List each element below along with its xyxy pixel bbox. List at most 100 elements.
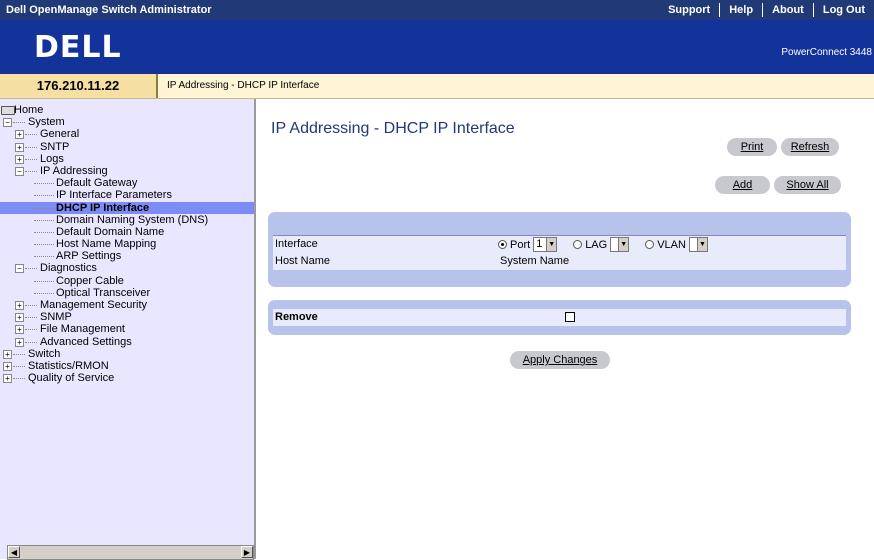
expand-icon[interactable]: + — [15, 130, 24, 140]
tree-item[interactable]: Default Domain Name — [0, 226, 254, 238]
expand-icon[interactable]: + — [3, 374, 12, 384]
vlan-radio[interactable] — [645, 240, 655, 249]
print-button[interactable]: Print — [727, 138, 777, 156]
tree-connector — [13, 122, 25, 124]
tree-connector — [25, 305, 37, 306]
expand-icon[interactable]: + — [15, 337, 24, 347]
refresh-button[interactable]: Refresh — [781, 138, 839, 156]
tree-item-label: Optical Transceiver — [56, 286, 151, 299]
tree-item[interactable]: Domain Naming System (DNS) — [0, 214, 254, 226]
tree-item[interactable]: + General — [0, 128, 254, 140]
vlan-select[interactable]: ▼ — [688, 237, 708, 252]
breadcrumb: IP Addressing - DHCP IP Interface — [167, 80, 320, 91]
dell-logo: DELL — [34, 30, 122, 65]
tree-item[interactable]: Optical Transceiver — [0, 287, 254, 299]
tree-item-label: Switch — [28, 347, 61, 360]
tree-item[interactable]: Copper Cable — [0, 275, 254, 287]
tree-connector — [34, 207, 54, 209]
tree-connector — [34, 292, 54, 294]
tree-item[interactable]: DHCP IP Interface — [0, 201, 254, 214]
tree-item[interactable]: ARP Settings — [0, 250, 254, 262]
interface-label: Interface — [275, 238, 318, 250]
chevron-down-icon: ▼ — [696, 238, 707, 251]
tree-connector — [34, 256, 54, 258]
interface-row: Interface Port 1 ▼ LAG ▼ VLAN ▼ — [273, 235, 846, 253]
support-link[interactable]: Support — [659, 4, 719, 16]
main-content: IP Addressing - DHCP IP Interface Print … — [256, 99, 874, 559]
page-title: IP Addressing - DHCP IP Interface — [271, 120, 515, 137]
sidebar: Home − System + General + SNTP + Logs − IP Address… — [0, 99, 256, 559]
tree-item[interactable]: Home — [0, 104, 254, 116]
chevron-down-icon: ▼ — [546, 238, 557, 251]
tree-connector — [13, 353, 25, 355]
remove-checkbox[interactable] — [565, 312, 575, 322]
horizontal-scrollbar[interactable]: ◀ ▶ — [7, 545, 254, 560]
tree-item-label: Copper Cable — [56, 274, 124, 287]
chevron-down-icon: ▼ — [618, 238, 629, 251]
expand-icon[interactable]: + — [15, 325, 24, 335]
tree-connector — [25, 317, 37, 319]
apply-changes-button[interactable]: Apply Changes — [510, 351, 610, 369]
logout-link[interactable]: Log Out — [814, 4, 874, 16]
port-label: Port — [510, 238, 531, 251]
tree-item-label: DHCP IP Interface — [56, 201, 150, 214]
tree-item[interactable]: + SNMP — [0, 311, 254, 323]
tree-item[interactable]: IP Interface Parameters — [0, 189, 254, 201]
tree-item[interactable]: Default Gateway — [0, 177, 254, 189]
collapse-icon[interactable]: − — [3, 118, 12, 128]
expand-icon[interactable]: + — [15, 313, 24, 323]
tree-item-label: IP Addressing — [40, 164, 108, 177]
tree-connector — [34, 231, 54, 233]
tree-item[interactable]: − IP Addressing — [0, 165, 254, 177]
tree-item-label: System — [28, 116, 65, 129]
tree-item-label: Management Security — [40, 299, 147, 311]
model-name: PowerConnect 3448 — [781, 47, 872, 58]
tree-item[interactable]: Host Name Mapping — [0, 238, 254, 250]
port-select[interactable]: 1 ▼ — [533, 237, 558, 252]
collapse-icon[interactable]: − — [15, 166, 24, 176]
tree-connector — [25, 170, 37, 172]
tree-connector — [25, 329, 37, 331]
top-links: Support Help About Log Out — [659, 0, 874, 20]
tree-connector — [25, 341, 37, 343]
tree-item-label: Default Gateway — [56, 177, 138, 190]
expand-icon[interactable]: + — [15, 301, 24, 310]
add-button[interactable]: Add — [715, 176, 770, 194]
tree-item[interactable]: − System — [0, 116, 254, 128]
tree-connector — [25, 146, 37, 148]
about-link[interactable]: About — [763, 4, 813, 16]
tree-item[interactable]: + Advanced Settings — [0, 336, 254, 348]
expand-icon[interactable]: + — [3, 361, 12, 371]
lag-radio[interactable] — [573, 240, 583, 249]
expand-icon[interactable]: + — [15, 154, 24, 164]
scroll-right-icon[interactable]: ▶ — [241, 546, 253, 558]
tree-item-label: Logs — [40, 152, 64, 165]
show-all-button[interactable]: Show All — [774, 176, 841, 194]
app-title: Dell OpenManage Switch Administrator — [6, 4, 212, 16]
tree-item[interactable]: + Quality of Service — [0, 372, 254, 384]
tree-item[interactable]: + Logs — [0, 153, 254, 165]
port-radio[interactable] — [498, 240, 507, 249]
tree-item[interactable]: + Statistics/RMON — [0, 360, 254, 372]
port-value: 1 — [536, 238, 543, 250]
tree-item[interactable]: + Switch — [0, 348, 254, 360]
scroll-left-icon[interactable]: ◀ — [8, 546, 20, 558]
tree-connector — [34, 183, 54, 185]
tree-item-label: Host Name Mapping — [56, 238, 157, 251]
tree-item[interactable]: + Management Security — [0, 299, 254, 311]
collapse-icon[interactable]: − — [15, 264, 24, 274]
device-ip: 176.210.11.22 — [0, 74, 158, 98]
home-icon — [1, 106, 15, 115]
tree-item-label: Home — [14, 104, 44, 116]
expand-icon[interactable]: + — [15, 142, 24, 152]
tree-item-label: Domain Naming System (DNS) — [56, 213, 209, 226]
lag-select[interactable]: ▼ — [610, 237, 630, 252]
banner: DELL PowerConnect 3448 — [0, 20, 874, 74]
tree-item[interactable]: + File Management — [0, 323, 254, 335]
help-link[interactable]: Help — [720, 4, 762, 16]
expand-icon[interactable]: + — [3, 349, 12, 359]
tree-item[interactable]: + SNTP — [0, 141, 254, 153]
tree-item[interactable]: − Diagnostics — [0, 262, 254, 274]
tree-item-label: Default Domain Name — [56, 225, 165, 238]
interface-panel: Interface Port 1 ▼ LAG ▼ VLAN ▼ Host Nam… — [268, 212, 851, 287]
